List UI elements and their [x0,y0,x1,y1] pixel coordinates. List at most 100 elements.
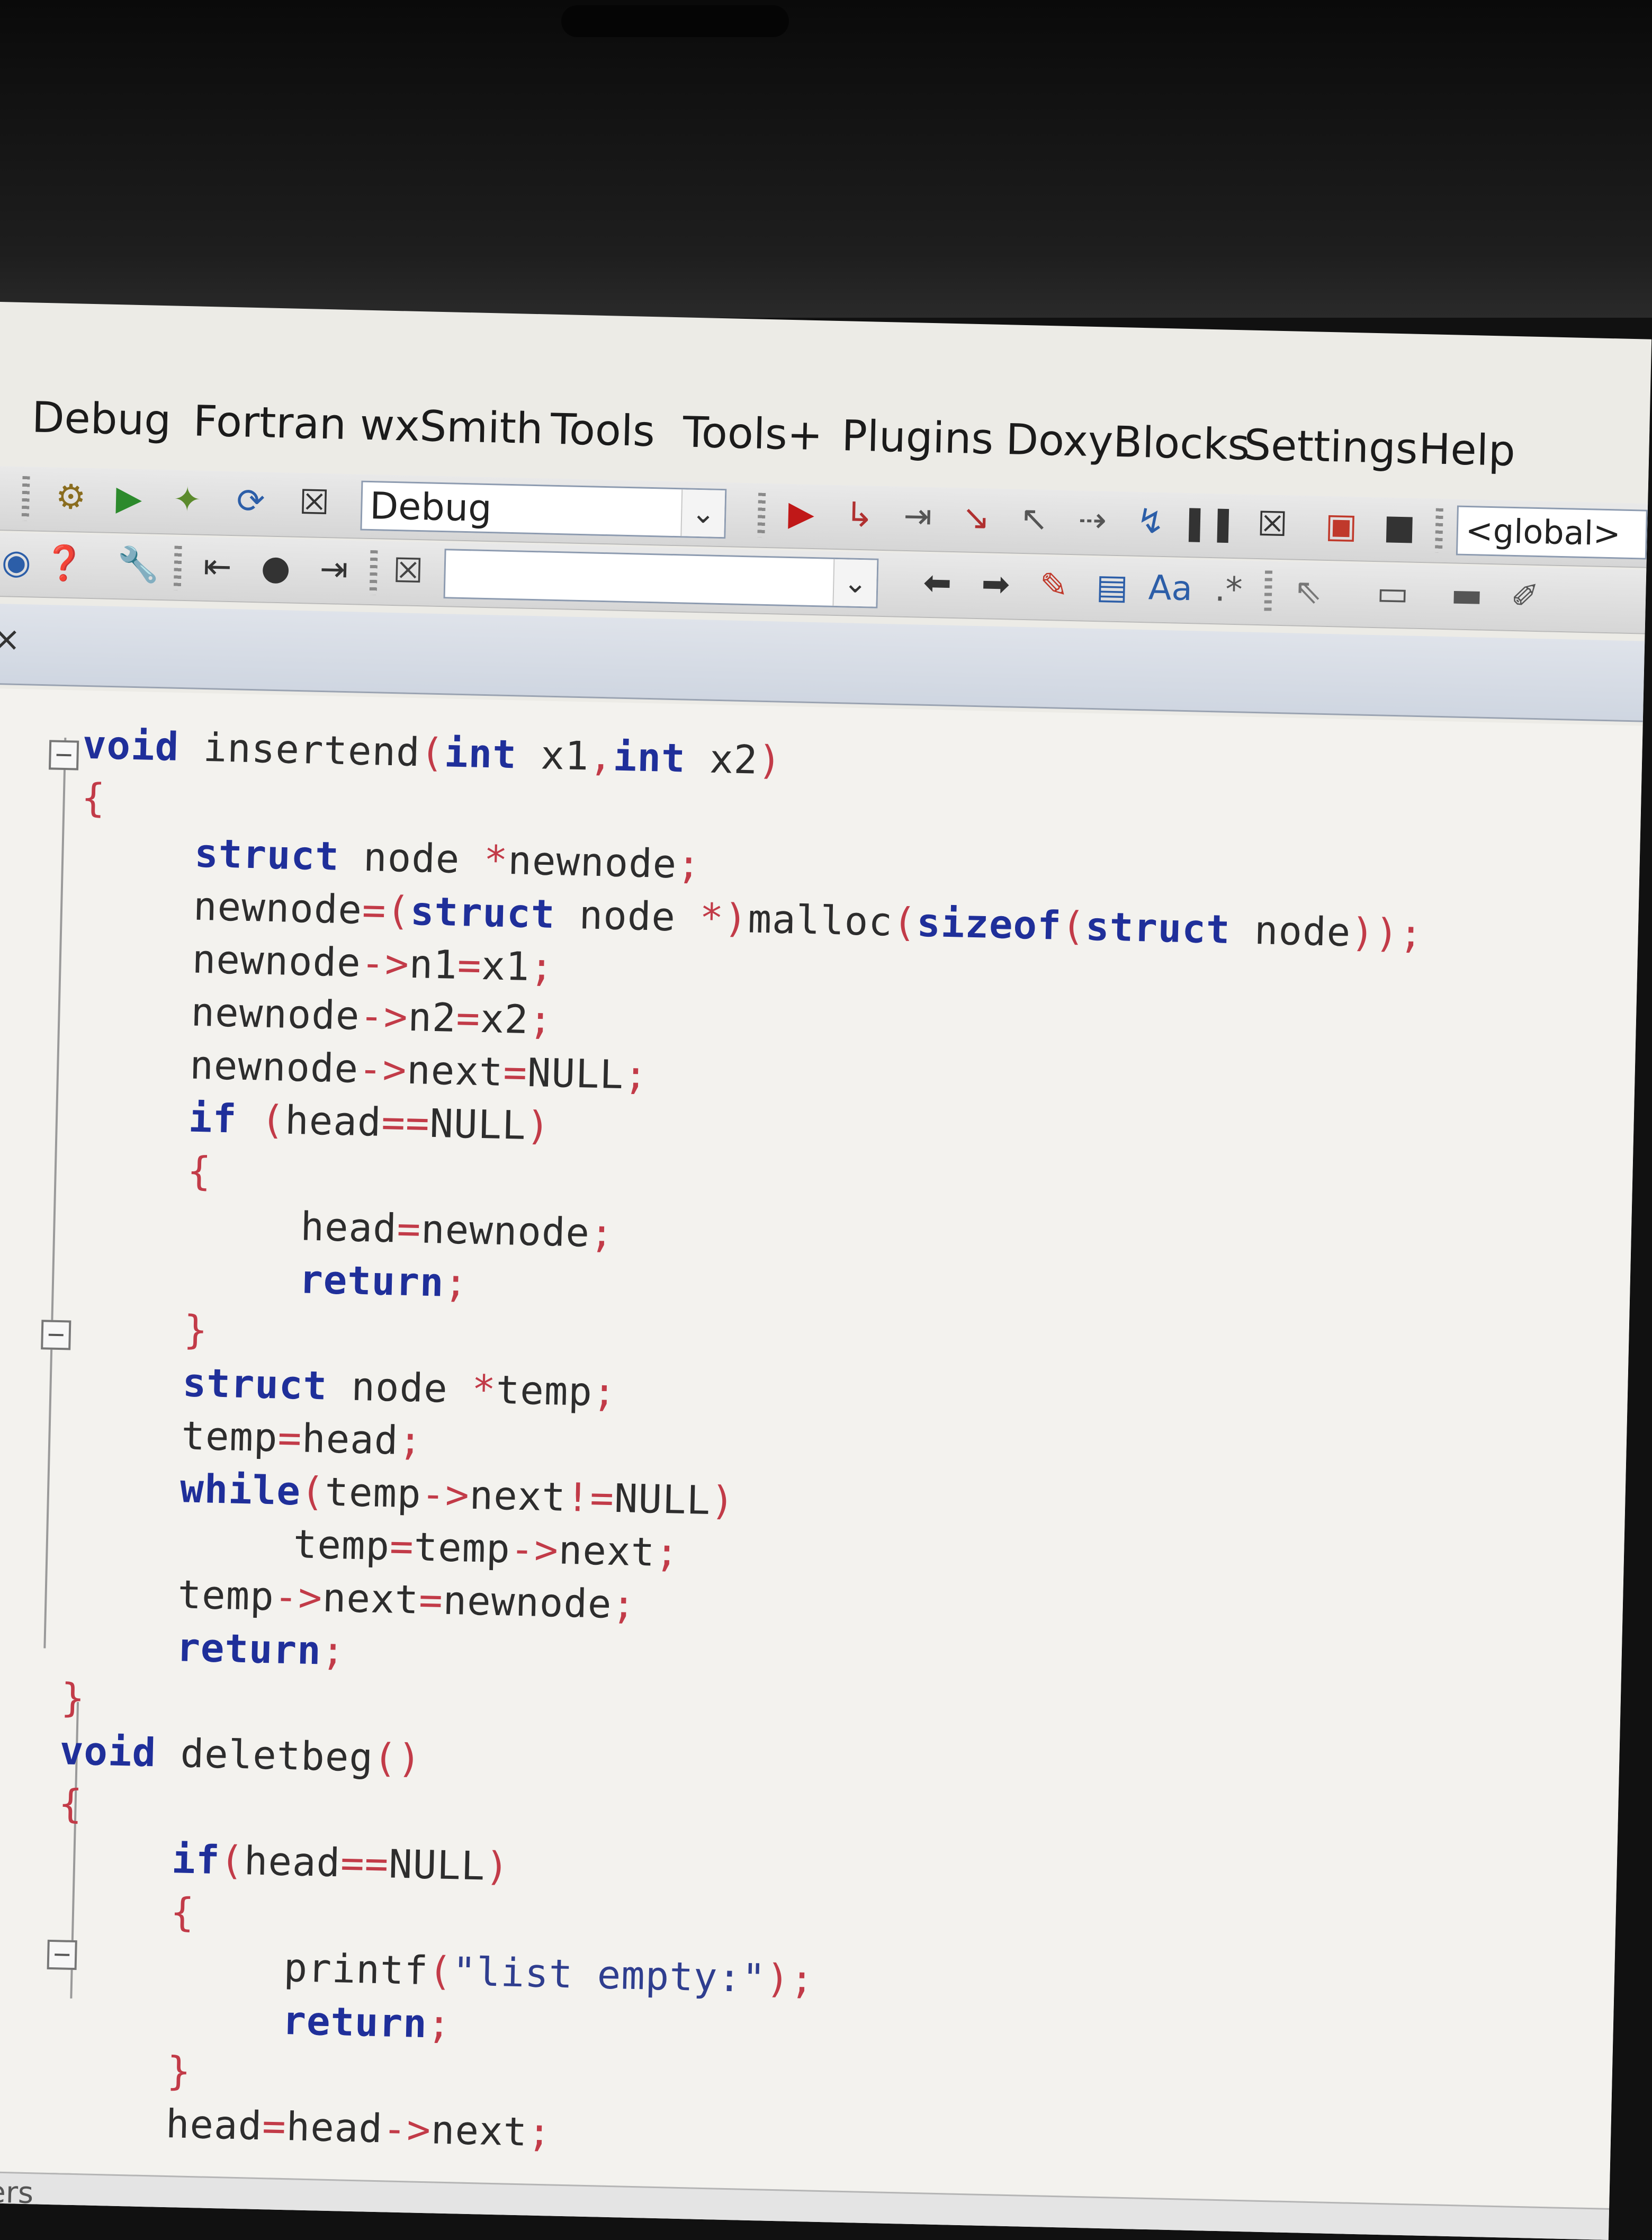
code-line[interactable]: if(head==NULL) [171,1836,510,1889]
toolbar-grip[interactable] [1264,570,1273,615]
menu-debug[interactable]: Debug [31,392,172,445]
step-instruction-icon[interactable]: ↯ [1128,499,1173,544]
operator-token: ; [589,1210,615,1257]
code-line[interactable]: void deletbeg() [59,1728,422,1781]
code-line[interactable]: temp=temp->next; [293,1521,680,1576]
window-icon[interactable]: ▬ [1444,572,1489,618]
next-instruction-icon[interactable]: ⇢ [1070,498,1115,543]
identifier-token: temp [495,1367,593,1415]
code-line[interactable]: newnode->next=NULL; [189,1043,648,1099]
match-case-icon[interactable]: Aa [1147,566,1193,611]
menu-tools[interactable]: Tools [550,405,656,456]
toolbar-grip[interactable] [1434,508,1443,553]
chevron-down-icon[interactable]: ⌄ [680,489,725,537]
menu-doxyblocks[interactable]: DoxyBlocks [1005,415,1251,469]
debug-continue-icon[interactable]: ▶ [778,491,824,536]
debug-windows-icon[interactable]: ▣ [1318,504,1364,549]
code-line[interactable]: temp->next=newnode; [177,1572,636,1628]
toolbar-grip[interactable] [757,492,766,537]
selected-text-icon[interactable]: ▤ [1089,565,1135,610]
run-to-cursor-icon[interactable]: ↳ [837,492,882,538]
code-line[interactable]: head=head->next; [165,2101,552,2156]
operator-token: ; [528,997,553,1044]
note-icon[interactable]: ✐ [1502,574,1548,620]
code-line[interactable]: } [60,1675,86,1721]
code-line[interactable]: if (head==NULL) [188,1095,551,1149]
code-editor[interactable]: 34567890 void insertend(int x1,int x2){s… [0,688,1643,2208]
code-line[interactable]: newnode->n1=x1; [192,937,554,990]
identifier-token: temp [177,1572,275,1620]
fold-toggle-icon[interactable] [48,740,79,770]
code-line[interactable]: } [166,2048,192,2094]
wrench-icon[interactable]: 🔧 [115,542,161,588]
menu-wxsmith[interactable]: wxSmith [360,400,544,453]
fold-toggle-icon[interactable] [41,1320,71,1350]
toolbar-grip[interactable] [369,550,378,595]
menu-tools-plus[interactable]: Tools+ [683,407,823,460]
rectangle-icon[interactable]: ▭ [1370,571,1415,616]
toolbar-grip[interactable] [21,476,30,521]
build-and-run-icon[interactable]: ✦ [165,477,210,523]
record-icon[interactable]: ◉ [0,540,39,585]
chevron-down-icon[interactable]: ⌄ [832,559,877,607]
bookmark-icon[interactable]: ● [253,545,299,591]
menu-settings[interactable]: Settings [1243,420,1418,473]
step-into-icon[interactable]: ↘ [953,495,999,541]
build-gear-icon[interactable]: ⚙ [48,474,94,520]
various-info-icon[interactable]: ■ [1377,505,1422,550]
keyword-token: struct [182,1360,328,1409]
stop-debugger-icon[interactable]: ☒ [1250,502,1295,548]
toolbar-grip[interactable] [173,545,182,590]
code-line[interactable]: struct node *newnode; [194,831,701,888]
build-target-select[interactable]: Debug ⌄ [360,480,727,539]
help-icon[interactable]: ❓ [41,541,87,586]
jump-forward-icon[interactable]: ⇥ [311,546,357,592]
operator-token: -> [382,2106,432,2153]
webcam [561,5,789,37]
close-icon[interactable]: × [0,620,21,659]
code-line[interactable]: head=newnode; [300,1204,615,1256]
code-line[interactable]: printf("list empty:"); [283,1945,815,2003]
search-combo[interactable]: ⌄ [443,549,879,608]
forward-arrow-icon[interactable]: ➡ [973,562,1018,607]
code-line[interactable]: { [187,1148,212,1194]
keyword-token: struct [1085,903,1231,953]
clear-search-icon[interactable]: ☒ [385,549,431,594]
menu-fortran[interactable]: Fortran [193,396,347,449]
code-line[interactable]: { [81,775,106,821]
operator-token: ) [484,1843,510,1890]
step-out-icon[interactable]: ↖ [1011,496,1057,542]
rebuild-icon[interactable]: ⟳ [228,479,274,524]
keyword-token: void [59,1728,157,1776]
regex-icon[interactable]: .* [1206,567,1251,613]
fold-toggle-icon[interactable] [47,1939,77,1970]
next-line-icon[interactable]: ⇥ [895,494,940,539]
identifier-token: n2 [407,994,457,1041]
menu-help[interactable]: Help [1418,424,1515,476]
operator-token: ); [765,1956,815,2003]
code-line[interactable]: struct node *temp; [182,1360,617,1415]
code-line[interactable]: return; [282,1998,452,2047]
operator-token: () [373,1735,423,1782]
identifier-token: temp [324,1469,422,1517]
operator-token: ; [426,2001,452,2048]
menu-plugins[interactable]: Plugins [841,411,994,463]
code-line[interactable]: return; [176,1625,346,1674]
code-line[interactable]: temp=head; [181,1413,423,1464]
code-line[interactable]: while(temp->next!=NULL) [179,1466,735,1524]
code-line[interactable]: } [183,1307,209,1353]
highlight-icon[interactable]: ✎ [1031,563,1076,608]
abort-icon[interactable]: ☒ [292,480,337,526]
code-line[interactable]: newnode->n2=x2; [191,990,553,1043]
jump-back-icon[interactable]: ⇤ [195,544,240,590]
back-arrow-icon[interactable]: ⬅ [914,560,960,606]
identifier-token: node [327,1363,473,1412]
code-line[interactable]: return; [299,1257,469,1306]
code-line[interactable]: void insertend(int x1,int x2) [82,722,783,784]
code-line[interactable]: { [170,1889,195,1936]
code-line[interactable]: { [58,1781,84,1827]
run-icon[interactable]: ▶ [106,476,152,522]
pause-icon[interactable]: ❚❚ [1180,500,1238,546]
scope-select[interactable]: <global> [1456,505,1648,560]
pointer-icon[interactable]: ⇖ [1285,569,1331,614]
